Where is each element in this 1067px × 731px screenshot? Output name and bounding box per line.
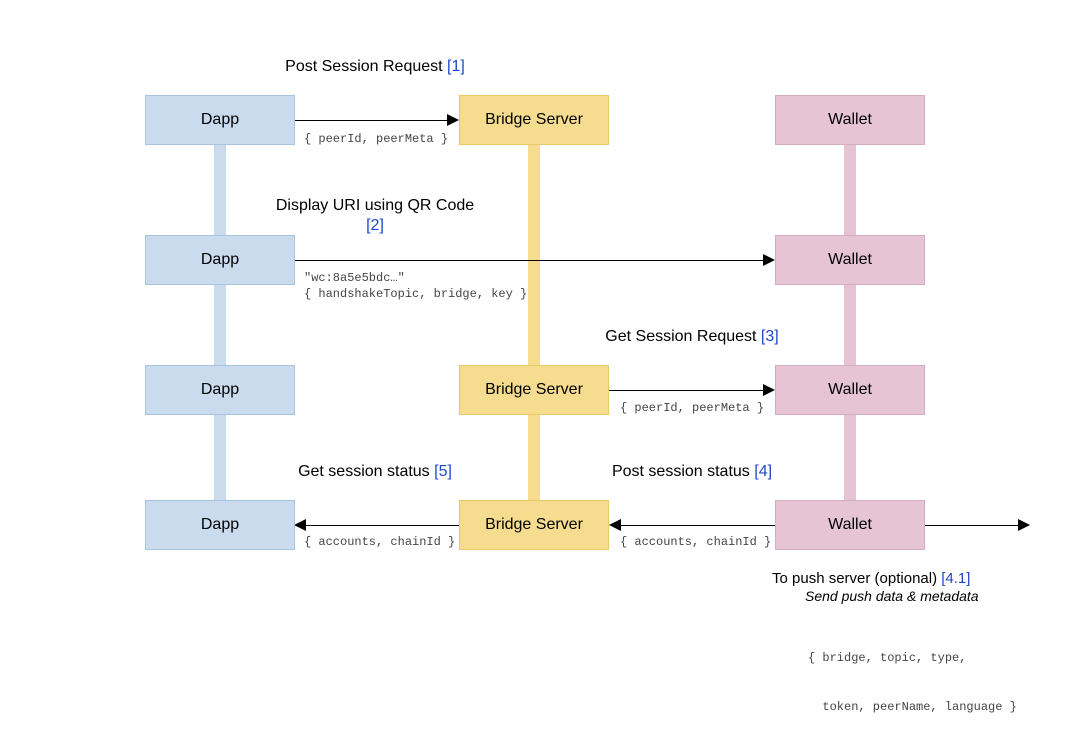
lifeline-dapp [214, 130, 226, 550]
line-1: { bridge, topic, type, [808, 650, 1017, 666]
label-step-3: Get Session Request [3] [592, 327, 792, 347]
label: Dapp [201, 516, 239, 534]
text: Get session status [298, 463, 434, 480]
step-number: [4] [754, 463, 772, 480]
label: Dapp [201, 381, 239, 399]
label: Wallet [828, 111, 872, 129]
step-number: [2] [366, 217, 384, 234]
node-wallet-3: Wallet [775, 365, 925, 415]
arrow-head-step-3 [763, 384, 775, 396]
label-step-push: To push server (optional) [4.1] [772, 570, 970, 587]
node-dapp-2: Dapp [145, 235, 295, 285]
node-dapp-1: Dapp [145, 95, 295, 145]
label: Dapp [201, 251, 239, 269]
lifeline-bridge [528, 130, 540, 550]
node-dapp-4: Dapp [145, 500, 295, 550]
payload-step-4: { accounts, chainId } [620, 534, 771, 550]
text: Post session status [612, 463, 754, 480]
node-bridge-1: Bridge Server [459, 95, 609, 145]
arrow-head-step-1 [447, 114, 459, 126]
step-number: [4.1] [941, 570, 970, 587]
label-step-2: Display URI using QR Code [2] [275, 196, 475, 236]
node-bridge-4: Bridge Server [459, 500, 609, 550]
arrow-step-5 [303, 525, 459, 526]
step-number: [1] [447, 58, 465, 75]
node-dapp-3: Dapp [145, 365, 295, 415]
arrow-step-push [925, 525, 1020, 526]
arrow-step-1 [295, 120, 450, 121]
label: Wallet [828, 516, 872, 534]
step-number: [3] [761, 328, 779, 345]
node-wallet-2: Wallet [775, 235, 925, 285]
step-number: [5] [434, 463, 452, 480]
payload-step-5: { accounts, chainId } [304, 534, 455, 550]
label-step-4: Post session status [4] [592, 462, 792, 482]
arrow-step-3 [609, 390, 764, 391]
line-2: { handshakeTopic, bridge, key } [304, 286, 527, 302]
label: Bridge Server [485, 111, 583, 129]
payload-step-1: { peerId, peerMeta } [304, 131, 448, 147]
label: Bridge Server [485, 516, 583, 534]
arrow-step-4 [618, 525, 775, 526]
arrow-head-step-4 [609, 519, 621, 531]
sub-step-push: Send push data & metadata [805, 588, 979, 604]
node-bridge-3: Bridge Server [459, 365, 609, 415]
line-1: "wc:8a5e5bdc…" [304, 270, 527, 286]
text: Post Session Request [285, 58, 447, 75]
text: To push server (optional) [772, 570, 941, 587]
arrow-head-step-5 [294, 519, 306, 531]
payload-step-2: "wc:8a5e5bdc…" { handshakeTopic, bridge,… [304, 270, 527, 302]
payload-step-3: { peerId, peerMeta } [620, 400, 764, 416]
payload-step-push: { bridge, topic, type, token, peerName, … [808, 618, 1017, 731]
arrow-head-step-2 [763, 254, 775, 266]
label: Wallet [828, 251, 872, 269]
label: Dapp [201, 111, 239, 129]
node-wallet-4: Wallet [775, 500, 925, 550]
node-wallet-1: Wallet [775, 95, 925, 145]
label: Bridge Server [485, 381, 583, 399]
arrow-head-step-push [1018, 519, 1030, 531]
arrow-step-2 [295, 260, 765, 261]
text: Display URI using QR Code [276, 197, 474, 214]
label-step-5: Get session status [5] [275, 462, 475, 482]
text: Get Session Request [605, 328, 761, 345]
label: Wallet [828, 381, 872, 399]
label-step-1: Post Session Request [1] [275, 57, 475, 77]
lifeline-wallet [844, 130, 856, 550]
line-2: token, peerName, language } [808, 699, 1017, 715]
